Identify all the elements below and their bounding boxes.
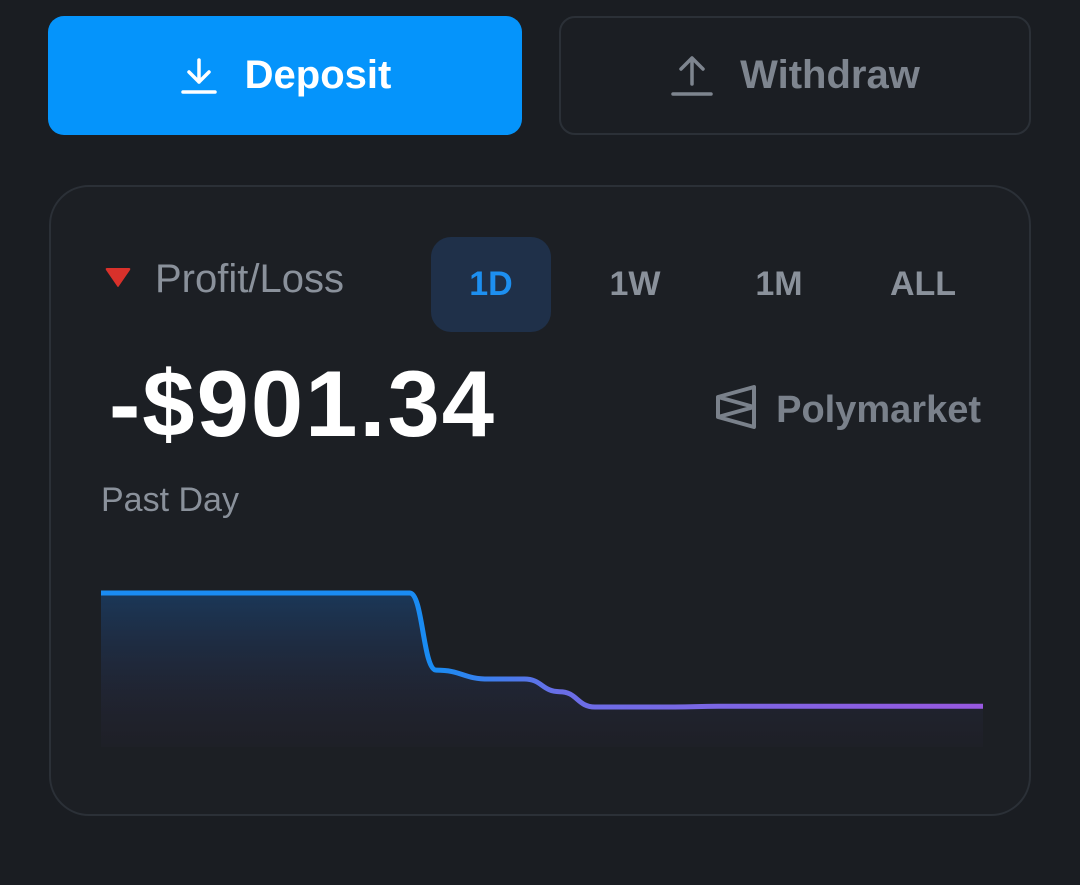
tab-1d[interactable]: 1D xyxy=(431,237,551,332)
time-range-tabs: 1D 1W 1M ALL xyxy=(431,237,983,332)
profit-loss-title: Profit/Loss xyxy=(155,257,344,301)
deposit-button[interactable]: Deposit xyxy=(48,16,522,135)
profit-loss-header: Profit/Loss xyxy=(103,259,344,299)
withdraw-label: Withdraw xyxy=(740,53,920,97)
page: Deposit Withdraw Profit/Loss 1D 1W 1M AL… xyxy=(0,0,1080,885)
chart-area xyxy=(101,593,983,747)
profit-loss-value: -$901.34 xyxy=(109,351,497,456)
download-icon xyxy=(179,56,219,96)
withdraw-button[interactable]: Withdraw xyxy=(559,16,1031,135)
tab-1m[interactable]: 1M xyxy=(719,237,839,332)
tab-1w[interactable]: 1W xyxy=(575,237,695,332)
upload-icon xyxy=(670,54,714,98)
brand-name: Polymarket xyxy=(776,388,981,431)
deposit-label: Deposit xyxy=(244,53,392,97)
polymarket-logo-icon xyxy=(714,383,758,436)
profit-loss-card: Profit/Loss 1D 1W 1M ALL -$901.34 Polyma… xyxy=(49,185,1031,816)
tab-all[interactable]: ALL xyxy=(863,237,983,332)
brand: Polymarket xyxy=(714,383,981,436)
triangle-down-icon xyxy=(103,264,133,295)
pnl-chart xyxy=(101,590,983,747)
period-label: Past Day xyxy=(101,481,239,519)
